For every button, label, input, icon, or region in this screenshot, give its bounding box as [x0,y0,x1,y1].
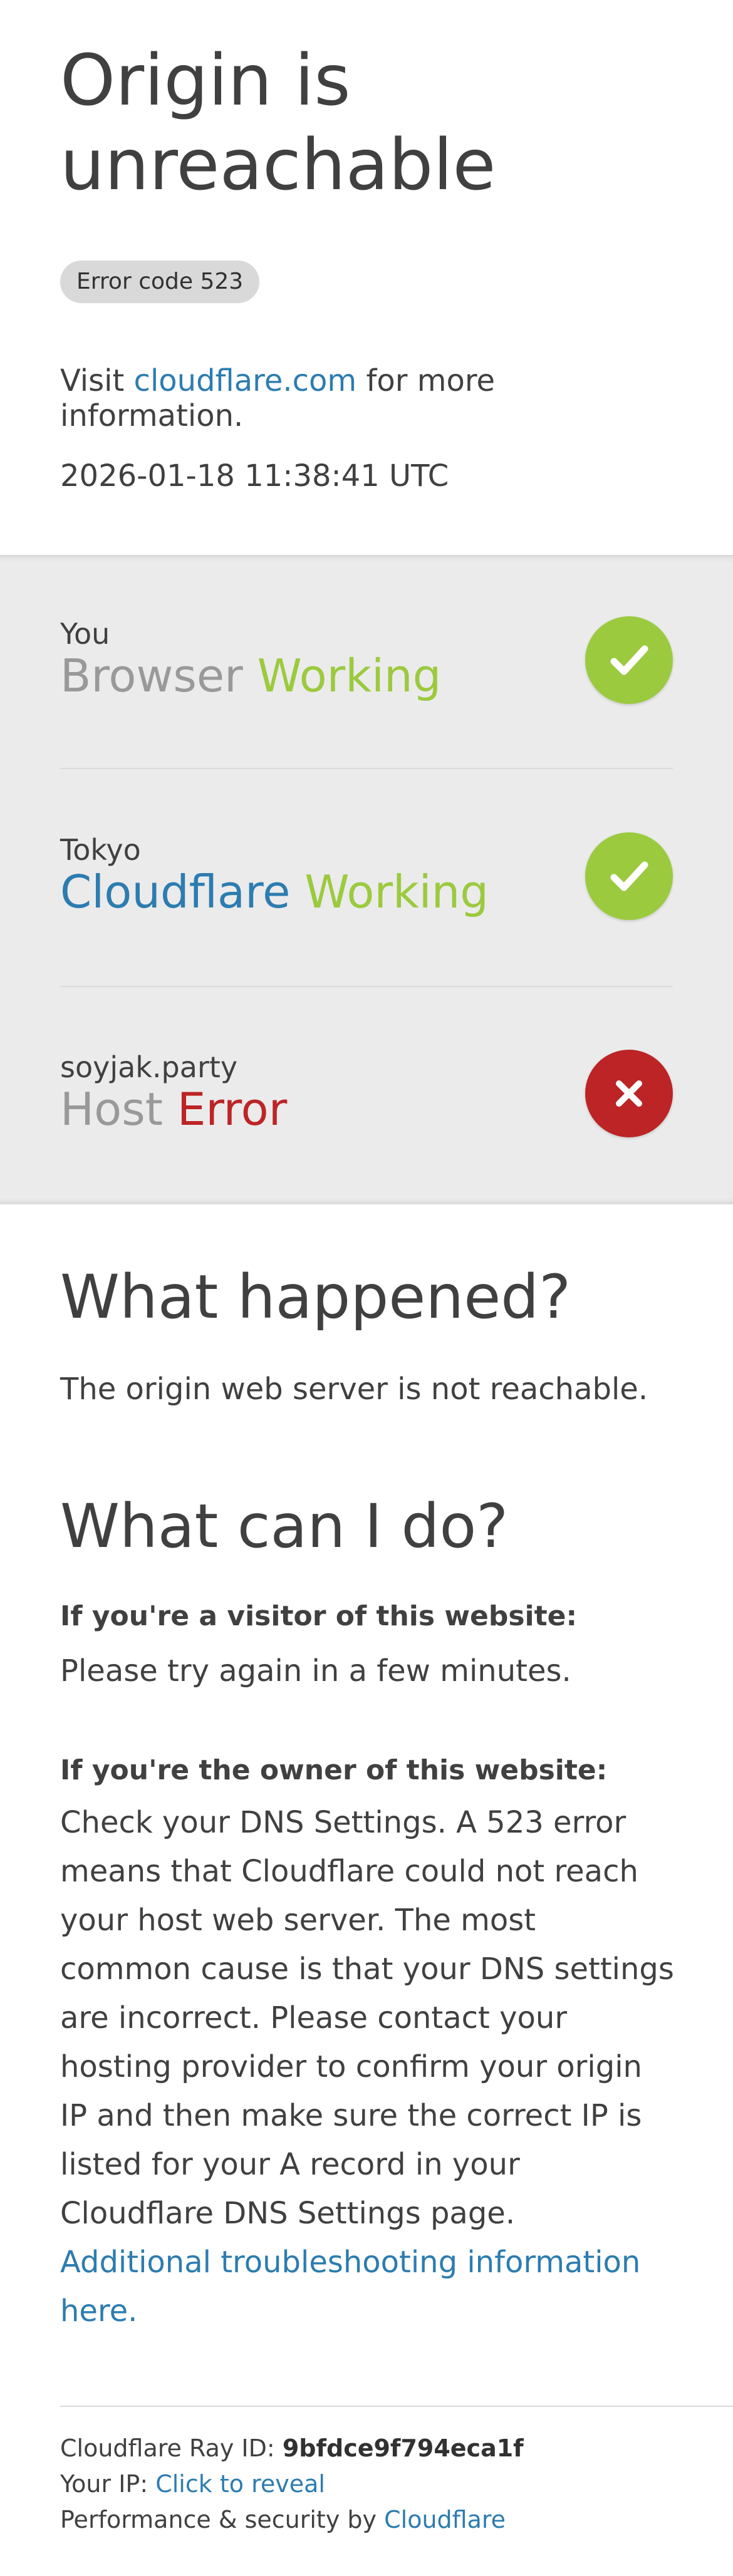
page-title: Origin is unreachable [60,40,496,206]
status-name: Browser [60,649,243,702]
status-divider [60,768,673,769]
checkmark-icon [585,616,673,704]
status-state: Working [304,866,489,918]
status-location: You [60,617,110,651]
performance-line: Performance & security by Cloudflare [60,2502,506,2537]
status-state: Error [177,1083,288,1135]
ip-label: Your IP: [60,2470,148,2498]
owner-text: Check your DNS Settings. A 523 error mea… [60,1798,674,2335]
owner-text-body: Check your DNS Settings. A 523 error mea… [60,1805,674,2231]
visit-info: Visit cloudflare.com for more informatio… [60,363,662,433]
what-can-i-do-heading: What can I do? [60,1491,509,1561]
status-name-line: Cloudflare Working [60,865,489,919]
status-item-host: soyjak.party Host Error [60,1050,673,1162]
ray-id-value: 9bfdce9f794eca1f [282,2434,524,2462]
what-happened-heading: What happened? [60,1262,571,1332]
footer-divider [60,2406,733,2407]
performance-label: Performance & security by [60,2506,377,2533]
ray-id-line: Cloudflare Ray ID: 9bfdce9f794eca1f [60,2431,524,2466]
troubleshooting-link[interactable]: Additional troubleshooting information h… [60,2245,640,2329]
header-section: Origin is unreachable Error code 523 Vis… [0,0,733,555]
content-section: What happened? The origin web server is … [0,1204,733,2406]
footer: Cloudflare Ray ID: 9bfdce9f794eca1f Your… [0,2406,733,2576]
checkmark-icon [585,832,673,920]
status-item-cloudflare: Tokyo Cloudflare Working [60,832,673,945]
ip-line: Your IP: Click to reveal [60,2466,325,2501]
status-item-browser: You Browser Working [60,616,673,729]
status-name: Host [60,1083,163,1135]
error-code-badge: Error code 523 [60,261,260,303]
status-panel: You Browser Working Tokyo Cloudflare Wor… [0,555,733,1204]
cloudflare-footer-link[interactable]: Cloudflare [384,2506,506,2533]
status-name-line: Host Error [60,1082,287,1136]
visit-prefix: Visit [60,363,125,398]
reveal-ip-link[interactable]: Click to reveal [155,2470,325,2498]
status-name: Cloudflare [60,866,291,918]
status-state: Working [257,649,442,702]
visitor-heading: If you're a visitor of this website: [60,1600,578,1632]
timestamp: 2026-01-18 11:38:41 UTC [60,458,449,494]
status-location: soyjak.party [60,1050,238,1084]
status-name-line: Browser Working [60,649,441,703]
ray-id-label: Cloudflare Ray ID: [60,2434,275,2462]
status-divider [60,986,673,987]
what-happened-text: The origin web server is not reachable. [60,1372,648,1407]
status-location: Tokyo [60,833,141,867]
cloudflare-link[interactable]: cloudflare.com [134,363,357,398]
owner-heading: If you're the owner of this website: [60,1754,608,1786]
cross-icon [585,1050,673,1137]
visitor-text: Please try again in a few minutes. [60,1653,571,1689]
